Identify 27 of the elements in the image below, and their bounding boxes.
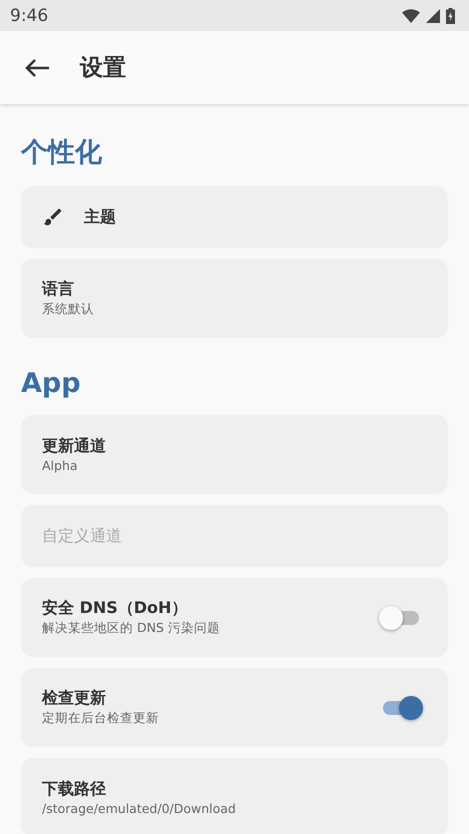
item-title: 自定义通道 xyxy=(42,526,123,546)
section-title: App xyxy=(21,368,82,399)
item-title: 下载路径 xyxy=(42,779,107,800)
item-title: 更新通道 xyxy=(42,436,107,457)
back-arrow-icon[interactable] xyxy=(24,58,50,78)
item-subtitle: 系统默认 xyxy=(42,301,95,318)
item-subtitle: 解决某些地区的 DNS 污染问题 xyxy=(42,620,221,637)
wifi-icon xyxy=(402,8,420,22)
settings-item[interactable]: 下载路径 /storage/emulated/0/Download xyxy=(21,758,448,834)
page-title: 设置 xyxy=(80,54,126,83)
section-title: 个性化 xyxy=(21,136,103,170)
battery-icon xyxy=(446,8,455,24)
item-subtitle: Alpha xyxy=(42,458,79,473)
signal-icon xyxy=(426,8,440,22)
settings-item[interactable]: 更新通道 Alpha xyxy=(21,415,448,494)
status-time: 9:46 xyxy=(10,6,48,26)
settings-item[interactable]: 语言 系统默认 xyxy=(21,259,448,338)
settings-item[interactable]: 安全 DNS（DoH） 解决某些地区的 DNS 污染问题 xyxy=(21,578,448,657)
item-title: 安全 DNS（DoH） xyxy=(42,598,188,619)
item-subtitle: /storage/emulated/0/Download xyxy=(42,801,237,816)
item-title: 主题 xyxy=(84,206,117,228)
item-title: 检查更新 xyxy=(42,688,107,709)
item-subtitle: 定期在后台检查更新 xyxy=(42,710,160,727)
settings-item[interactable]: 主题 xyxy=(21,186,448,248)
settings-item[interactable]: 检查更新 定期在后台检查更新 xyxy=(21,668,448,747)
item-title: 语言 xyxy=(42,279,75,300)
brush-icon xyxy=(42,206,64,228)
